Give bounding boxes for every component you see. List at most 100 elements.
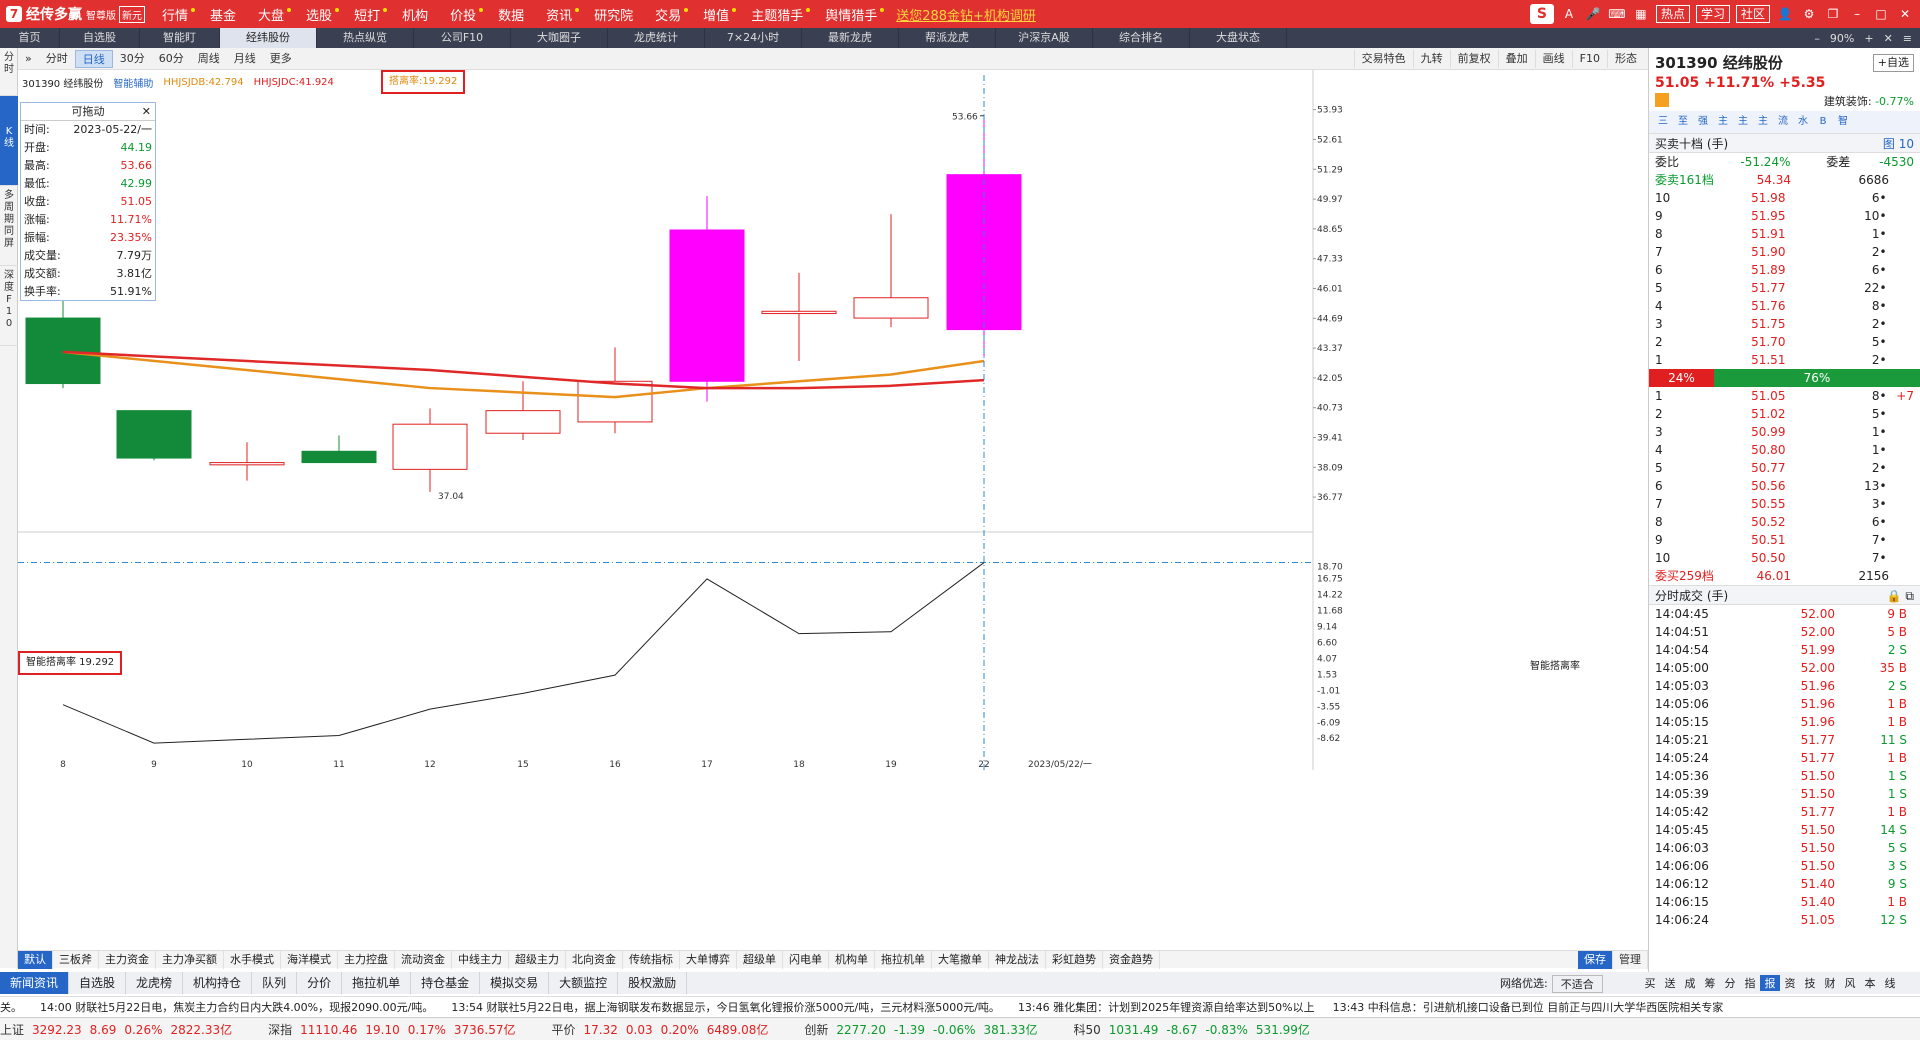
grid-icon[interactable]: ▦ (1632, 5, 1650, 23)
community-button[interactable]: 社区 (1735, 5, 1770, 23)
chart-tool-button[interactable]: 九转 (1412, 50, 1450, 68)
vtab-f10[interactable]: 深度F10 (0, 266, 18, 346)
quote-tool-icon[interactable]: 至 (1675, 114, 1691, 130)
period-button[interactable]: 60分 (152, 50, 191, 68)
app-logo[interactable]: 7 经传多赢 智尊版 新元 (0, 4, 151, 24)
news-tab[interactable]: 队列 (252, 972, 298, 994)
indicator-tab[interactable]: 传统指标 (623, 950, 680, 969)
indicator-tab[interactable]: 三板斧 (53, 950, 99, 969)
menu-item[interactable]: 大盘 (247, 5, 295, 24)
indicator-tab[interactable]: 超级主力 (509, 950, 566, 969)
quote-side-tab[interactable]: 成 (1680, 975, 1700, 991)
chart-tool-button[interactable]: 叠加 (1497, 50, 1535, 68)
quote-side-tab[interactable]: 报 (1760, 975, 1780, 991)
sector-name[interactable]: 建筑装饰: (1824, 95, 1872, 108)
orderbook-row[interactable]: 8 51.91 1 • (1649, 225, 1920, 243)
ticker-item[interactable]: 13:46 雅化集团：计划到2025年锂资源自给率达到50%以上 (1018, 999, 1315, 1015)
period-button[interactable]: 日线 (74, 49, 113, 68)
indicator-tab[interactable]: 海洋模式 (281, 950, 338, 969)
restore-icon[interactable]: ❐ (1824, 5, 1842, 23)
quote-tool-icon[interactable]: 水 (1795, 114, 1811, 130)
tab-3[interactable]: 经纬股份 (220, 28, 317, 48)
orderbook-row[interactable]: 2 51.02 5 • (1649, 405, 1920, 423)
index-item[interactable]: 上证 3292.23 8.69 0.26% 2822.33亿 (0, 1021, 240, 1038)
news-tab[interactable]: 持仓基金 (411, 972, 481, 994)
tab-8[interactable]: 7×24小时 (705, 28, 802, 48)
tab-13[interactable]: 大盘状态 (1190, 28, 1287, 48)
news-tab[interactable]: 股权激励 (618, 972, 688, 994)
news-tab[interactable]: 分价 (297, 972, 343, 994)
ticker-item[interactable]: 13:43 中科信息：引进航机接口设备已到位 目前正与四川大学华西医院相关专家 (1333, 999, 1724, 1015)
quote-tool-icon[interactable]: 主 (1715, 114, 1731, 130)
tab-6[interactable]: 大咖圈子 (511, 28, 608, 48)
orderbook-row[interactable]: 4 50.80 1 • (1649, 441, 1920, 459)
learn-button[interactable]: 学习 (1695, 5, 1730, 23)
orderbook-row[interactable]: 6 51.89 6 • (1649, 261, 1920, 279)
period-button[interactable]: 分时 (39, 50, 75, 68)
chart-tool-button[interactable]: 交易特色 (1353, 50, 1413, 68)
quote-tool-icon[interactable]: 智 (1835, 114, 1851, 130)
promo-link[interactable]: 送您288金钻+机构调研 (896, 5, 1036, 24)
orderbook-chart-toggle[interactable]: 图 (1883, 137, 1895, 151)
orderbook-row[interactable]: 9 50.51 7 • (1649, 531, 1920, 549)
news-tab[interactable]: 大额监控 (549, 972, 619, 994)
indicator-tab[interactable]: 超级单 (737, 950, 783, 969)
ticker-item[interactable]: 13:54 财联社5月22日电，据上海钢联发布数据显示，今日氢氧化锂报价涨500… (451, 999, 1000, 1015)
ticker-item[interactable]: 关。 (0, 999, 22, 1015)
period-button[interactable]: 月线 (227, 50, 263, 68)
tab-2[interactable]: 智能盯盘 (140, 28, 220, 64)
lock-icon[interactable]: 🔒 ⧉ (1887, 586, 1914, 604)
orderbook-row[interactable]: 5 51.77 22 • (1649, 279, 1920, 297)
news-tab[interactable]: 拖拉机单 (342, 972, 412, 994)
quote-tool-icon[interactable]: B (1815, 114, 1831, 130)
tab-12[interactable]: 综合排名 (1093, 28, 1190, 48)
quote-side-tab[interactable]: 财 (1820, 975, 1840, 991)
quote-tool-icon[interactable]: 三 (1655, 114, 1671, 130)
orderbook-row[interactable]: 10 50.50 7 • (1649, 549, 1920, 567)
minimize-button[interactable]: – (1848, 5, 1866, 23)
chart-area[interactable]: 53.93 52.61 51.29 49.97 48.65 47.33 46.01 44.69… (18, 70, 1648, 958)
tab-4[interactable]: 热点纵览 (317, 28, 414, 48)
assist-toggle[interactable]: 智能辅助 (113, 75, 153, 90)
indicator-action-button[interactable]: 管理 (1613, 950, 1648, 969)
indicator-tab[interactable]: 彩虹趋势 (1046, 950, 1103, 969)
tab-1[interactable]: 自选股 (60, 28, 140, 48)
ohlc-info-box[interactable]: 可拖动 ✕ 时间: 2023-05-22/一 开盘: 44.19 最高: 53.66 最低: 4… (20, 102, 156, 301)
orderbook-row[interactable]: 6 50.56 13 • (1649, 477, 1920, 495)
indicator-tab[interactable]: 神龙战法 (989, 950, 1046, 969)
tab-5[interactable]: 公司F10 (414, 28, 511, 48)
zoom-out-icon[interactable]: – (1814, 32, 1820, 45)
add-favorite-button[interactable]: +自选 (1872, 53, 1914, 72)
kline-chart[interactable]: 53.93 52.61 51.29 49.97 48.65 47.33 46.01 44.69… (18, 70, 1648, 950)
indicator-tab[interactable]: 大笔撤单 (932, 950, 989, 969)
indicator-tab[interactable]: 北向资金 (566, 950, 623, 969)
indicator-tab[interactable]: 主力净买额 (156, 950, 224, 969)
keyboard-icon[interactable]: ⌨ (1608, 5, 1626, 23)
period-button[interactable]: 更多 (263, 50, 299, 68)
indicator-tab[interactable]: 中线主力 (452, 950, 509, 969)
quote-tool-icon[interactable]: 强 (1695, 114, 1711, 130)
hot-button[interactable]: 热点 (1655, 5, 1690, 23)
period-button[interactable]: 周线 (191, 50, 227, 68)
quote-tool-icon[interactable]: 主 (1755, 114, 1771, 130)
menu-item[interactable]: 基金 (199, 5, 247, 24)
menu-item[interactable]: 短打 (343, 5, 391, 24)
expand-icon[interactable]: » (18, 50, 39, 68)
menu-item[interactable]: 交易 (644, 5, 692, 24)
chart-tool-button[interactable]: 形态 (1607, 50, 1644, 68)
orderbook-row[interactable]: 1 51.05 8 • +7 (1649, 387, 1920, 405)
menu-item[interactable]: 选股 (295, 5, 343, 24)
quote-side-tab[interactable]: 送 (1660, 975, 1680, 991)
sogou-icon[interactable]: S (1529, 4, 1554, 24)
user-icon[interactable]: 👤 (1776, 5, 1794, 23)
mic-icon[interactable]: 🎤 (1584, 5, 1602, 23)
quote-side-tab[interactable]: 指 (1740, 975, 1760, 991)
indicator-tab[interactable]: 大单博弈 (680, 950, 737, 969)
index-item[interactable]: 创新 2277.20 -1.39 -0.06% 381.33亿 (804, 1021, 1045, 1038)
maximize-button[interactable]: □ (1872, 5, 1890, 23)
quote-side-tab[interactable]: 买 (1640, 975, 1660, 991)
orderbook-row[interactable]: 7 50.55 3 • (1649, 495, 1920, 513)
news-tab[interactable]: 模拟交易 (480, 972, 550, 994)
menu-item[interactable]: 行情 (151, 5, 199, 24)
gear-icon[interactable]: ⚙ (1800, 5, 1818, 23)
